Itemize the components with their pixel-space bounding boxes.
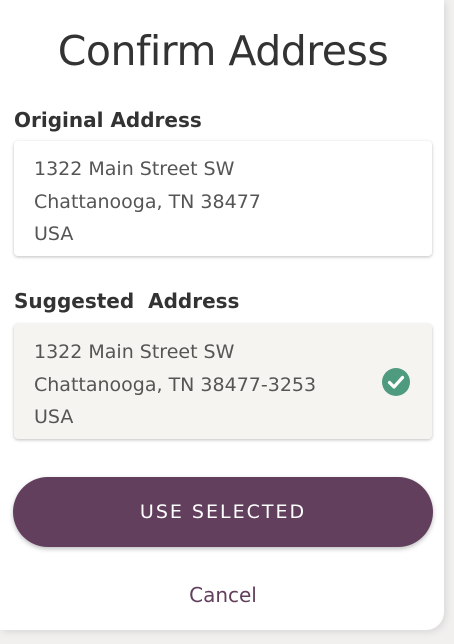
original-address-line: USA — [34, 223, 74, 245]
confirm-address-dialog: Confirm Address Original Address 1322 Ma… — [0, 0, 444, 630]
suggested-address-line: 1322 Main Street SW — [34, 341, 235, 363]
check-circle-icon — [382, 368, 410, 396]
original-address-line: 1322 Main Street SW — [34, 158, 235, 180]
dialog-title: Confirm Address — [57, 27, 389, 75]
suggested-address-card[interactable]: 1322 Main Street SW Chattanooga, TN 3847… — [14, 324, 432, 439]
original-address-label: Original Address — [14, 108, 202, 132]
use-selected-button[interactable]: USE SELECTED — [13, 477, 433, 547]
suggested-address-line: USA — [34, 406, 74, 428]
cancel-link[interactable]: Cancel — [0, 581, 446, 609]
suggested-address-label: Suggested Address — [14, 289, 240, 313]
original-address-line: Chattanooga, TN 38477 — [34, 190, 261, 213]
suggested-address-line: Chattanooga, TN 38477-3253 — [34, 373, 317, 396]
original-address-card[interactable]: 1322 Main Street SW Chattanooga, TN 3847… — [14, 141, 432, 256]
